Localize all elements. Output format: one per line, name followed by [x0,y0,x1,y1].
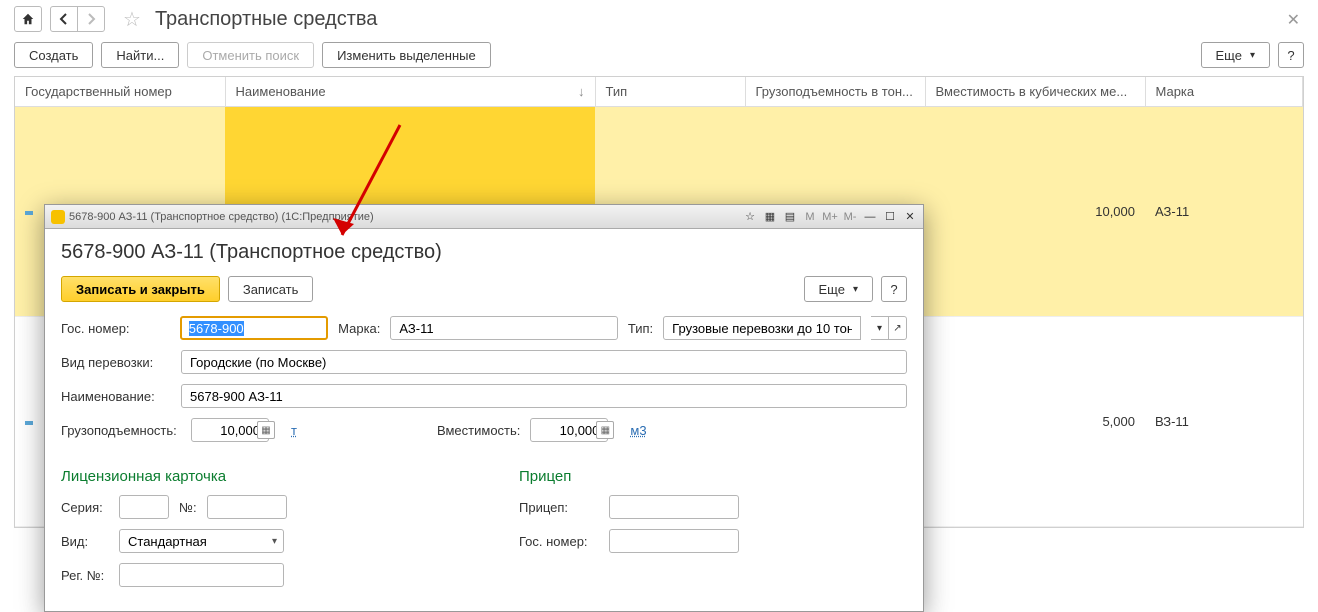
create-button[interactable]: Создать [14,42,93,68]
table-header-row: Государственный номер Наименование↓ Тип … [15,77,1303,107]
col-name[interactable]: Наименование↓ [225,77,595,107]
capacity-t-input[interactable] [191,418,269,442]
label-series: Серия: [61,500,109,515]
home-button[interactable] [14,6,42,32]
label-capacity-m: Вместимость: [437,423,520,438]
win-calc-icon[interactable]: ▦ [761,209,779,225]
label-gosnum: Гос. номер: [61,321,170,336]
win-memory-m: M [801,209,819,225]
nav-group [50,6,105,32]
label-trailer-gosnum: Гос. номер: [519,534,599,549]
name-input[interactable] [181,384,907,408]
col-brand[interactable]: Марка [1145,77,1303,107]
label-type: Тип: [628,321,653,336]
page-title: Транспортные средства [155,8,377,31]
header-bar: ☆ Транспортные средства ✕ [0,0,1318,42]
edit-selected-button[interactable]: Изменить выделенные [322,42,491,68]
win-minimize-icon[interactable]: — [861,209,879,225]
win-star-icon[interactable]: ☆ [741,209,759,225]
label-regno: Рег. №: [61,568,109,583]
find-button[interactable]: Найти... [101,42,179,68]
sort-indicator-icon: ↓ [578,84,585,99]
arrow-left-icon [58,13,70,25]
kind-select[interactable] [119,529,284,553]
brand-input[interactable] [390,316,617,340]
forward-button[interactable] [77,6,105,32]
vehicle-dialog: 5678-900 АЗ-11 (Транспортное средство) (… [44,204,924,612]
save-and-close-button[interactable]: Записать и закрыть [61,276,220,302]
trailer-input[interactable] [609,495,739,519]
no-input[interactable] [207,495,287,519]
gosnum-input[interactable] [180,316,328,340]
dialog-heading: 5678-900 АЗ-11 (Транспортное средство) [61,241,907,264]
list-toolbar: Создать Найти... Отменить поиск Изменить… [0,42,1318,76]
regno-input[interactable] [119,563,284,587]
col-capacity-m[interactable]: Вместимость в кубических ме... [925,77,1145,107]
app-1c-icon [51,210,65,224]
label-trailer: Прицеп: [519,500,599,515]
label-transkind: Вид перевозки: [61,355,171,370]
series-input[interactable] [119,495,169,519]
dialog-help-button[interactable]: ? [881,276,907,302]
open-ref-icon[interactable]: ↗ [889,316,907,340]
win-calendar-icon[interactable]: ▤ [781,209,799,225]
label-capacity-t: Грузоподъемность: [61,423,181,438]
col-gosnum[interactable]: Государственный номер [15,77,225,107]
win-close-icon[interactable]: ✕ [901,209,919,225]
label-name: Наименование: [61,389,171,404]
row-marker-icon [25,421,33,425]
label-kind: Вид: [61,534,109,549]
trailer-gosnum-input[interactable] [609,529,739,553]
transkind-input[interactable] [181,350,907,374]
win-maximize-icon[interactable]: ☐ [881,209,899,225]
dialog-toolbar: Записать и закрыть Записать Еще ? [61,276,907,302]
favorite-star-icon[interactable]: ☆ [123,7,141,32]
more-button[interactable]: Еще [1201,42,1270,68]
home-icon [21,12,35,26]
cancel-search-button: Отменить поиск [187,42,314,68]
arrow-right-icon [85,13,97,25]
win-memory-mplus: M+ [821,209,839,225]
col-capacity-t[interactable]: Грузоподъемность в тон... [745,77,925,107]
dialog-titlebar[interactable]: 5678-900 АЗ-11 (Транспортное средство) (… [45,205,923,229]
dialog-title-text: 5678-900 АЗ-11 (Транспортное средство) (… [69,211,374,223]
unit-t-link[interactable]: т [291,423,297,438]
save-button[interactable]: Записать [228,276,314,302]
section-license: Лицензионная карточка [61,468,449,485]
close-icon[interactable]: ✕ [1287,10,1300,30]
type-select[interactable] [663,316,861,340]
dropdown-icon[interactable]: ▾ [871,316,889,340]
capacity-m-input[interactable] [530,418,608,442]
col-type[interactable]: Тип [595,77,745,107]
back-button[interactable] [50,6,78,32]
section-trailer: Прицеп [519,468,907,485]
label-brand: Марка: [338,321,380,336]
win-memory-mminus: M- [841,209,859,225]
help-button[interactable]: ? [1278,42,1304,68]
unit-m3-link[interactable]: м3 [630,423,646,438]
dialog-more-button[interactable]: Еще [804,276,873,302]
label-no: №: [179,500,197,515]
row-marker-icon [25,211,33,215]
